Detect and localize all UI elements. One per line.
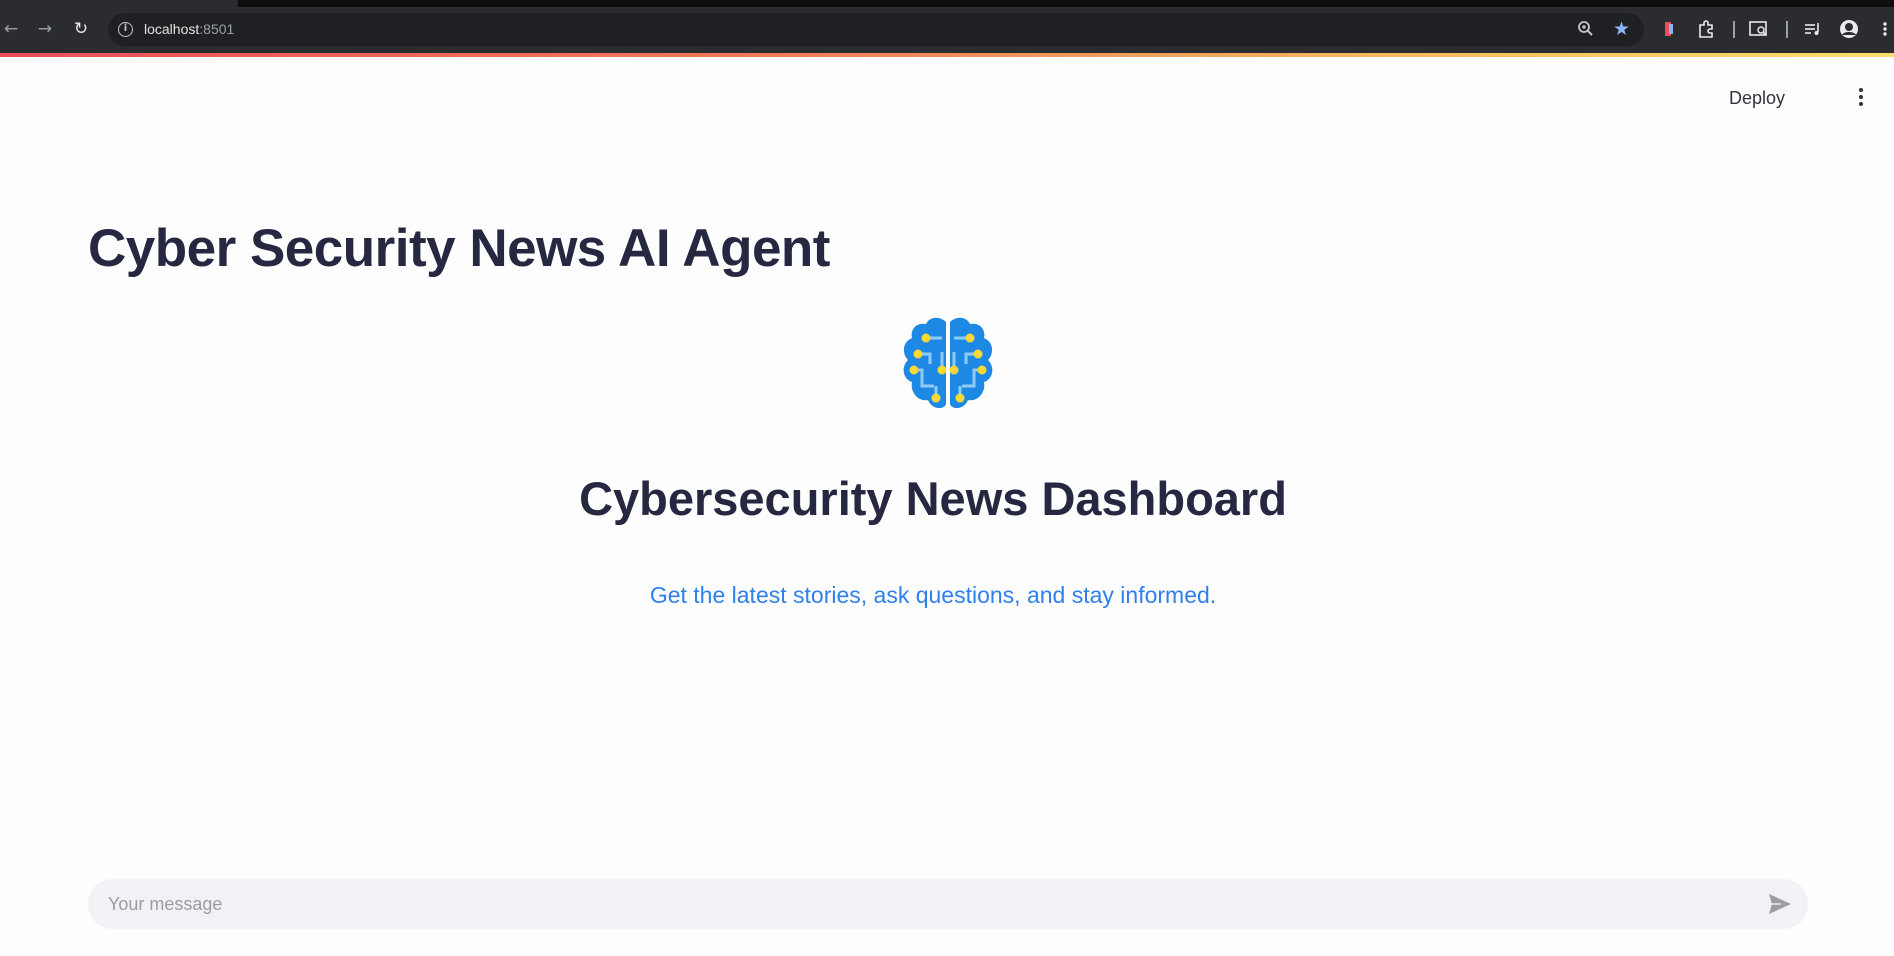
chat-input-container	[88, 879, 1808, 929]
send-icon[interactable]	[1768, 893, 1792, 915]
brain-circuit-icon	[903, 317, 993, 409]
tab-search-icon[interactable]	[1748, 18, 1770, 40]
browser-toolbar: ← → ↻ i localhost:8501 ★	[0, 0, 1894, 54]
toolbar-separator	[1733, 21, 1735, 38]
app-loading-decoration	[0, 53, 1894, 57]
zoom-icon[interactable]	[1576, 19, 1596, 39]
toolbar-separator	[1786, 21, 1788, 38]
profile-avatar-icon[interactable]	[1838, 18, 1860, 40]
forward-arrow-icon[interactable]: →	[34, 18, 56, 40]
dashboard-title: Cybersecurity News Dashboard	[579, 472, 1287, 525]
browser-menu-icon[interactable]	[1878, 18, 1892, 40]
main-menu-icon[interactable]	[1853, 88, 1869, 110]
site-info-icon[interactable]: i	[118, 22, 133, 37]
extension-cast-icon[interactable]	[1658, 18, 1680, 40]
bookmark-star-icon[interactable]: ★	[1613, 17, 1630, 41]
reload-icon[interactable]: ↻	[70, 18, 92, 40]
extensions-puzzle-icon[interactable]	[1696, 18, 1718, 40]
page-title: Cyber Security News AI Agent	[88, 219, 830, 278]
url-host: localhost	[144, 21, 200, 37]
tab-strip	[238, 0, 1894, 7]
back-arrow-icon[interactable]: ←	[0, 18, 22, 40]
address-bar[interactable]: i localhost:8501 ★	[108, 13, 1644, 46]
url-port: :8501	[199, 21, 235, 37]
deploy-button[interactable]: Deploy	[1729, 88, 1785, 109]
media-controls-icon[interactable]	[1802, 18, 1824, 40]
chat-message-input[interactable]	[108, 879, 1728, 929]
dashboard-subtitle: Get the latest stories, ask questions, a…	[649, 582, 1217, 608]
url-text[interactable]: localhost:8501	[144, 21, 234, 37]
